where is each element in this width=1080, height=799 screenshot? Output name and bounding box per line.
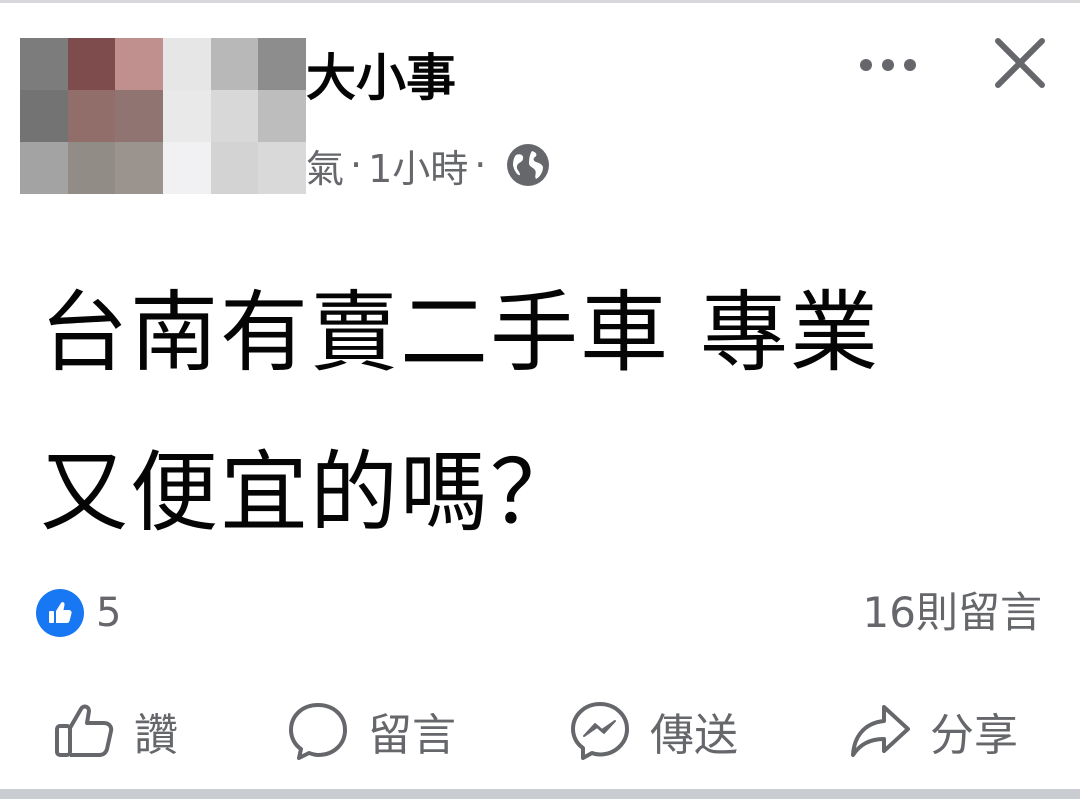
meta-separator: · [474,143,487,187]
post-meta: 氣 · 1小時 · [306,139,550,191]
share-label: 分享 [930,710,1018,761]
comment-count-link[interactable]: 16則留言 [863,587,1042,639]
globe-icon [507,144,550,186]
messenger-icon [571,702,629,760]
post-text-line: 又便宜的嗎？ [40,441,581,544]
post-text-line: 台南有賣二手車 專業 [40,281,880,384]
comment-bubble-icon [289,703,347,760]
avatar[interactable] [20,38,306,194]
close-button[interactable] [988,31,1052,95]
share-arrow-icon [851,705,910,757]
post-card: 大小事 氣 · 1小時 · 台南有賣二手車 專業 又便宜的嗎？ 5 16則留言 … [0,0,1080,799]
post-body: 台南有賣二手車 專業 又便宜的嗎？ [40,253,1050,573]
page-name[interactable]: 大小事 [306,43,456,113]
reactions-summary[interactable]: 5 [36,587,121,639]
like-reaction-icon [36,589,84,637]
action-bar: 讚 留言 傳送 分享 [0,693,1080,769]
like-label: 讚 [134,710,178,761]
share-button[interactable]: 分享 [848,693,1018,769]
post-time[interactable]: 1小時 [368,138,468,193]
thumbs-up-icon [49,602,72,623]
bottom-divider [0,789,1080,799]
more-dots-icon [860,59,916,71]
comment-button[interactable]: 留言 [286,693,456,769]
thumbs-up-outline-icon [55,704,114,757]
comment-label: 留言 [368,710,456,761]
reaction-count: 5 [96,590,122,636]
author-fragment: 氣 [306,146,345,191]
meta-separator: · [350,143,363,187]
close-icon [995,38,1045,88]
send-button[interactable]: 傳送 [568,693,738,769]
more-options-button[interactable] [855,43,921,87]
like-button[interactable]: 讚 [52,693,178,769]
send-label: 傳送 [650,710,738,761]
